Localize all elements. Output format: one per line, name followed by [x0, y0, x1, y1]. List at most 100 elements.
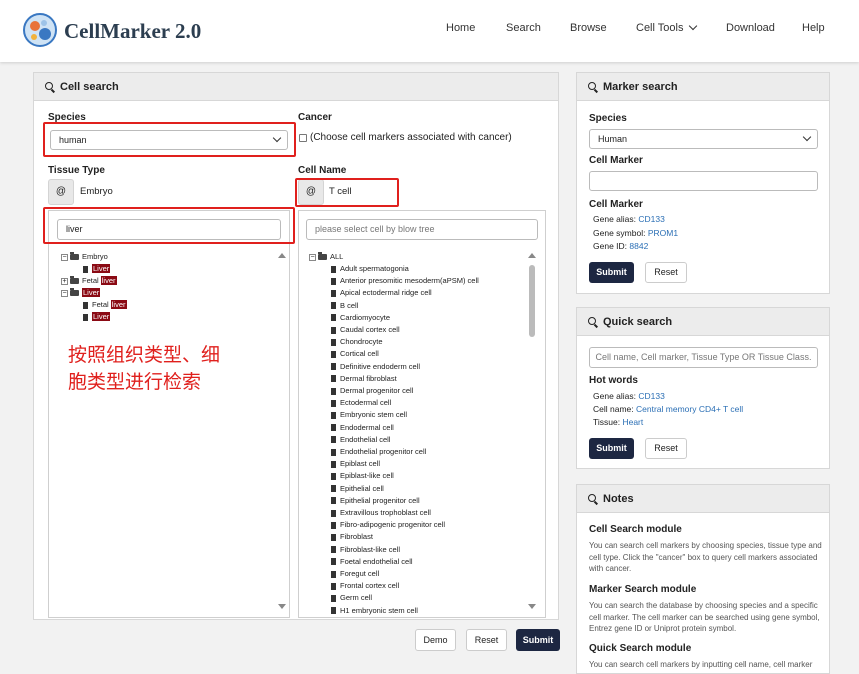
tree-node-cell[interactable]: H1 embryonic stem cell — [331, 605, 418, 616]
nav-browse[interactable]: Browse — [570, 22, 607, 34]
collapse-icon[interactable]: − — [61, 289, 68, 297]
cell-marker-input[interactable] — [589, 171, 818, 191]
tree-node-cell[interactable]: Foetal endothelial cell — [331, 556, 413, 567]
tree-node-cell[interactable]: Extravillous trophoblast cell — [331, 507, 431, 518]
tree-node-cell[interactable]: Germ cell — [331, 592, 372, 603]
chevron-down-icon — [802, 132, 812, 142]
tree-node-cell[interactable]: Adult spermatogonia — [331, 263, 409, 274]
file-icon — [331, 411, 336, 419]
tree-node-liver[interactable]: − Liver — [61, 287, 101, 298]
gene-alias-label: Gene alias: — [593, 214, 636, 224]
tree-node-label: Fibroblast-like cell — [340, 544, 401, 554]
scrollbar-thumb[interactable] — [529, 265, 535, 337]
cell-filter-input[interactable]: please select cell by blow tree — [306, 219, 538, 240]
tree-node-liver-fetal-liver[interactable]: Fetal liver — [83, 299, 127, 310]
tree-node-cell[interactable]: Foregut cell — [331, 568, 379, 579]
tree-node-cell[interactable]: Apical ectodermal ridge cell — [331, 287, 432, 298]
nav-download[interactable]: Download — [726, 22, 775, 34]
file-icon — [331, 289, 336, 297]
collapse-icon[interactable]: − — [61, 253, 68, 261]
tree-node-cell[interactable]: Chondrocyte — [331, 336, 383, 347]
gene-symbol-label: Gene symbol: — [593, 228, 646, 238]
tree-node-cell[interactable]: Epiblast-like cell — [331, 470, 394, 481]
tree-node-cell[interactable]: Dermal progenitor cell — [331, 385, 413, 396]
cancer-checkbox-label[interactable]: (Choose cell markers associated with can… — [310, 132, 512, 143]
cancer-checkbox[interactable] — [299, 134, 307, 142]
tree-node-label: Dermal progenitor cell — [340, 386, 414, 395]
tree-node-cell[interactable]: Endothelial progenitor cell — [331, 446, 426, 457]
tree-node-cell[interactable]: Embryonic stem cell — [331, 409, 407, 420]
tree-node-embryo[interactable]: − Embryo — [61, 251, 108, 262]
scroll-down-icon[interactable] — [528, 604, 536, 609]
tree-node-cell[interactable]: Caudal cortex cell — [331, 324, 400, 335]
nav-search[interactable]: Search — [506, 22, 541, 34]
gene-id-row: Gene ID: 8842 — [593, 241, 648, 251]
tree-node-cell[interactable]: Ectodermal cell — [331, 397, 391, 408]
tree-node-cell[interactable]: Endodermal cell — [331, 422, 394, 433]
tree-node-cell[interactable]: Frontal cortex cell — [331, 580, 399, 591]
scroll-down-icon[interactable] — [278, 604, 286, 609]
tree-node-fetal-liver[interactable]: + Fetal liver — [61, 275, 117, 286]
cell-tree-scrollbar[interactable] — [528, 253, 536, 609]
cell-filter-placeholder: please select cell by blow tree — [315, 224, 435, 234]
tree-node-cell[interactable]: Cortical cell — [331, 348, 379, 359]
tree-node-cell[interactable]: Epiblast cell — [331, 458, 380, 469]
tree-node-label: H1 embryonic stem cell — [340, 605, 418, 615]
nav-home[interactable]: Home — [446, 22, 475, 34]
tree-node-label: Epiblast-like cell — [340, 471, 394, 481]
hot-cell-name-row: Cell name: Central memory CD4+ T cell — [593, 404, 743, 414]
tree-node-cell[interactable]: Fibroblast-like cell — [331, 544, 400, 555]
cell-marker-example-title: Cell Marker — [589, 199, 643, 210]
notes-header: Notes — [577, 485, 829, 513]
nav-cell-tools[interactable]: Cell Tools — [636, 21, 697, 34]
submit-button[interactable]: Submit — [516, 629, 560, 651]
nav-help[interactable]: Help — [802, 22, 825, 34]
reset-button[interactable]: Reset — [466, 629, 507, 651]
tree-node-cell[interactable]: Fibro-adipogenic progenitor cell — [331, 519, 445, 530]
folder-icon — [70, 276, 79, 285]
cell-tree-panel: please select cell by blow tree − ALL Adu… — [298, 210, 546, 618]
gene-alias-link[interactable]: CD133 — [638, 214, 664, 224]
tree-node-cell[interactable]: Dermal fibroblast — [331, 373, 397, 384]
hot-tissue-link[interactable]: Heart — [622, 417, 643, 427]
tree-node-label: Embryo — [82, 252, 108, 261]
hot-cell-name-link[interactable]: Central memory CD4+ T cell — [636, 404, 743, 414]
hot-gene-alias-link[interactable]: CD133 — [638, 391, 664, 401]
tissue-tree-scrollbar[interactable] — [278, 253, 286, 609]
file-icon — [331, 277, 336, 285]
tree-node-cell[interactable]: B cell — [331, 300, 358, 311]
quick-submit-button[interactable]: Submit — [589, 438, 634, 459]
file-icon — [331, 375, 336, 383]
tree-node-cell[interactable]: Fibroblast — [331, 531, 373, 542]
tree-node-embryo-liver[interactable]: Liver — [83, 263, 111, 274]
tree-node-cell[interactable]: Epithelial progenitor cell — [331, 495, 420, 506]
tree-node-label: Fibroblast — [340, 532, 373, 542]
demo-button[interactable]: Demo — [415, 629, 456, 651]
tree-node-cell[interactable]: Endothelial cell — [331, 434, 390, 445]
marker-reset-button[interactable]: Reset — [645, 262, 687, 283]
tissue-type-value[interactable]: Embryo — [80, 186, 113, 197]
gene-id-link[interactable]: 8842 — [629, 241, 648, 251]
quick-reset-button[interactable]: Reset — [645, 438, 687, 459]
tree-node-label: Endodermal cell — [340, 422, 394, 432]
tree-node-label: Extravillous trophoblast cell — [340, 508, 431, 517]
tree-node-cell[interactable]: Definitive endoderm cell — [331, 361, 420, 372]
scroll-up-icon[interactable] — [278, 253, 286, 258]
expand-icon[interactable]: + — [61, 277, 68, 285]
scroll-up-icon[interactable] — [528, 253, 536, 258]
tree-node-liver-liver[interactable]: Liver — [83, 311, 111, 322]
file-icon — [331, 570, 336, 578]
gene-symbol-link[interactable]: PROM1 — [648, 228, 678, 238]
tree-node-label: Cortical cell — [340, 349, 379, 359]
tree-node-cell[interactable]: Anterior presomitic mesoderm(aPSM) cell — [331, 275, 479, 286]
marker-submit-button[interactable]: Submit — [589, 262, 634, 283]
collapse-icon[interactable]: − — [309, 253, 316, 261]
hot-cell-name-label: Cell name: — [593, 404, 634, 414]
quick-search-input[interactable]: Cell name, Cell marker, Tissue Type OR T… — [589, 347, 818, 368]
file-icon — [331, 363, 336, 371]
tree-node-all[interactable]: − ALL — [309, 251, 343, 262]
tree-node-cell[interactable]: Epithelial cell — [331, 483, 384, 494]
file-icon — [331, 326, 336, 334]
tree-node-cell[interactable]: Cardiomyocyte — [331, 312, 390, 323]
marker-species-select[interactable]: Human — [589, 129, 818, 149]
